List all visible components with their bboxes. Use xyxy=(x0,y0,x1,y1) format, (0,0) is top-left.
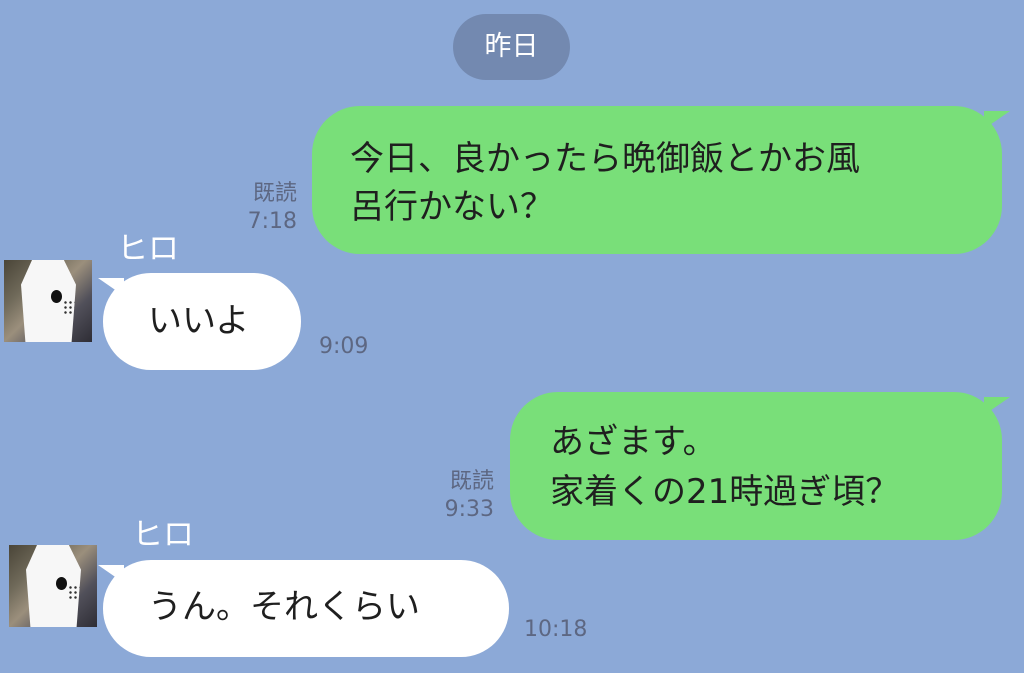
message-text: 今日、良かったら晩御飯とかお風 呂行かない？ xyxy=(350,135,860,231)
read-status: 既読 xyxy=(449,469,494,494)
eye-icon xyxy=(51,290,62,303)
message-bubble[interactable]: いいよ xyxy=(103,273,301,370)
mouth-icon xyxy=(63,300,76,316)
message-meta: 既読 7:18 xyxy=(225,180,297,236)
avatar[interactable] xyxy=(9,545,97,627)
message-text-line: あざます。 xyxy=(550,422,717,462)
message-time: 9:33 xyxy=(444,497,494,522)
message-bubble[interactable]: 今日、良かったら晩御飯とかお風 呂行かない？ xyxy=(312,106,1002,254)
message-text: あざます。 家着くの21時過ぎ頃？ xyxy=(550,417,899,517)
message-meta: 既読 9:33 xyxy=(422,468,494,524)
chat-view: 昨日 既読 7:18 今日、良かったら晩御飯とかお風 呂行かない？ ヒロ いいよ… xyxy=(0,0,1024,673)
message-text-line: 家着くの21時過ぎ頃？ xyxy=(550,472,900,512)
message-bubble[interactable]: うん。それくらい xyxy=(103,560,509,657)
read-status: 既読 xyxy=(252,181,297,206)
bubble-tail xyxy=(98,565,124,583)
sender-name: ヒロ xyxy=(132,517,194,553)
avatar-face xyxy=(26,545,81,627)
mouth-icon xyxy=(68,585,81,601)
bubble-tail xyxy=(984,111,1010,129)
sender-name: ヒロ xyxy=(117,231,179,267)
message-time: 7:18 xyxy=(247,209,297,234)
message-text: うん。それくらい xyxy=(148,587,420,627)
eye-icon xyxy=(56,577,67,590)
bubble-tail xyxy=(984,397,1010,415)
avatar-face xyxy=(21,260,76,342)
message-time: 10:18 xyxy=(524,617,588,642)
date-separator: 昨日 xyxy=(453,14,570,80)
message-text-line: 呂行かない？ xyxy=(350,187,554,227)
message-bubble[interactable]: あざます。 家着くの21時過ぎ頃？ xyxy=(510,392,1002,540)
avatar[interactable] xyxy=(4,260,92,342)
message-time: 9:09 xyxy=(319,334,369,359)
bubble-tail xyxy=(98,278,124,296)
message-text: いいよ xyxy=(148,301,250,341)
message-text-line: 今日、良かったら晩御飯とかお風 xyxy=(350,139,860,179)
